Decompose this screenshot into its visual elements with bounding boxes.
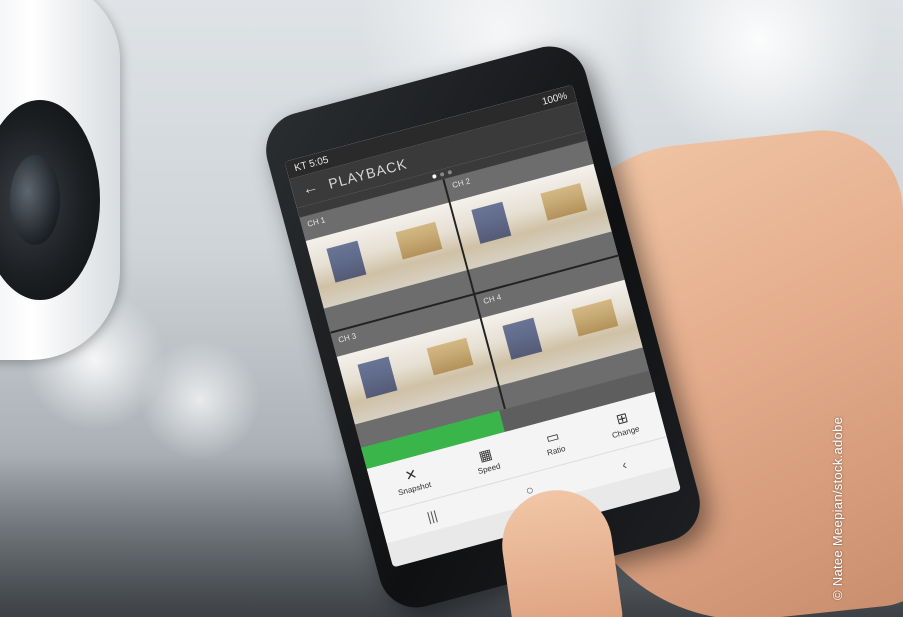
snapshot-button[interactable]: ✕ Snapshot	[393, 464, 433, 498]
tool-label: Ratio	[546, 443, 567, 458]
photo-scene: KT 5:05 100% ← PLAYBACK CH 1 CH 2 CH 3 C…	[0, 0, 903, 617]
tool-label: Snapshot	[397, 479, 433, 498]
channel-label: CH 3	[337, 331, 358, 345]
tool-label: Change	[611, 424, 641, 441]
page-dot	[431, 174, 437, 179]
speed-button[interactable]: ▦ Speed	[472, 445, 502, 476]
camera-feed-image	[450, 163, 612, 270]
security-camera	[0, 0, 130, 380]
camera-feed-image	[336, 318, 498, 425]
camera-feed-image	[305, 202, 467, 309]
speed-icon: ▦	[476, 445, 494, 465]
camera-feed-image	[481, 279, 643, 386]
ratio-icon: ▭	[544, 427, 561, 447]
page-dot	[439, 171, 445, 177]
nav-back-icon[interactable]: ‹	[620, 456, 628, 472]
ratio-button[interactable]: ▭ Ratio	[542, 427, 567, 458]
page-dot	[447, 169, 453, 175]
channel-label: CH 2	[451, 176, 472, 190]
recent-apps-icon[interactable]: |||	[425, 507, 439, 524]
camera-lens	[10, 155, 60, 245]
photo-credit: © Natee Meepian/stock.adobe	[830, 416, 845, 600]
channel-label: CH 1	[306, 215, 327, 229]
change-icon: ⊞	[614, 408, 630, 428]
channel-label: CH 4	[482, 292, 503, 306]
back-arrow-icon[interactable]: ←	[300, 178, 321, 200]
change-button[interactable]: ⊞ Change	[607, 408, 641, 441]
snapshot-icon: ✕	[403, 465, 419, 484]
